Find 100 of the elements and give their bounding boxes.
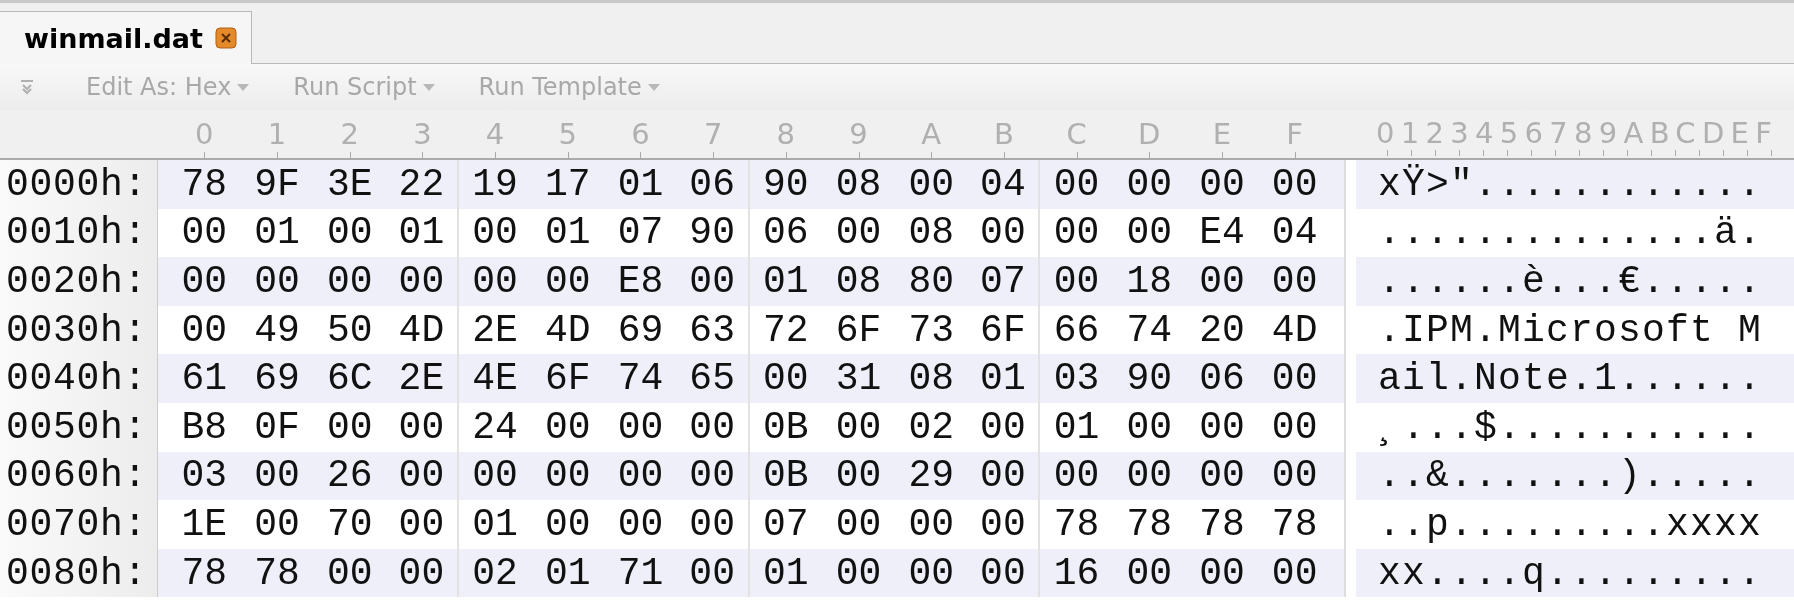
hex-byte: 00	[254, 502, 300, 546]
hex-byte: 00	[398, 454, 445, 498]
hex-byte: 78	[181, 551, 228, 595]
hex-byte: 00	[689, 454, 735, 498]
row-offset: 0050h:	[6, 405, 148, 449]
hex-byte: 2E	[472, 308, 518, 352]
hex-byte: 02	[908, 405, 954, 449]
hex-byte: 78	[181, 162, 228, 206]
hex-byte: 6C	[326, 357, 373, 401]
hex-byte: 78	[1199, 502, 1245, 546]
row-offset: 0060h:	[6, 454, 148, 498]
hex-byte: 50	[326, 308, 373, 352]
ascii-text: ¸...$...........	[1378, 405, 1763, 449]
hex-byte: 00	[689, 502, 735, 546]
row-offset: 0000h:	[6, 162, 148, 206]
hex-byte: 71	[617, 551, 664, 595]
hex-byte: 00	[181, 211, 228, 255]
hex-byte: 02	[472, 551, 518, 595]
hex-byte: 74	[617, 357, 664, 401]
hex-byte: 01	[398, 211, 445, 255]
hex-byte: 00	[1271, 454, 1318, 498]
hex-byte: 00	[1199, 405, 1245, 449]
hex-byte: 29	[908, 454, 954, 498]
row-offset: 0040h:	[6, 357, 148, 401]
hex-byte: 00	[1126, 162, 1173, 206]
hex-byte: 19	[472, 162, 518, 206]
hex-byte: 16	[1053, 551, 1100, 595]
hex-byte: 00	[617, 454, 664, 498]
ascii-text: .IPM.Microsoft M	[1378, 308, 1763, 352]
hex-byte: 0F	[254, 405, 300, 449]
hex-byte: 00	[908, 502, 954, 546]
hex-byte: 06	[1199, 357, 1245, 401]
column-heading: 9	[822, 110, 895, 158]
column-heading: 4	[458, 110, 532, 158]
hex-byte: 00	[1271, 260, 1318, 303]
hex-byte: 24	[472, 405, 518, 449]
hex-byte: 17	[544, 162, 591, 206]
hex-byte: 00	[1271, 405, 1318, 449]
hex-byte: 1E	[181, 502, 228, 546]
hex-byte: 00	[1053, 162, 1100, 206]
column-heading: 2	[313, 110, 387, 158]
hex-byte: 78	[254, 551, 300, 595]
hex-byte: 00	[908, 162, 954, 206]
hex-byte: 00	[544, 454, 591, 498]
toolbar-menu[interactable]: Run Script	[293, 73, 435, 101]
hex-byte: 00	[326, 211, 373, 255]
hex-byte: 00	[1126, 454, 1173, 498]
hex-byte: 01	[763, 260, 809, 303]
hex-byte: 08	[908, 357, 954, 401]
column-heading: 5	[531, 110, 605, 158]
hex-byte: 61	[181, 357, 228, 401]
toolbar-menu[interactable]: Run Template	[478, 73, 660, 101]
column-heading: E	[1185, 110, 1259, 158]
hex-byte: 00	[835, 502, 882, 546]
hex-byte: 00	[835, 551, 882, 595]
ascii-text: ..p.........xxxx	[1378, 502, 1763, 546]
hex-byte: 00	[1271, 357, 1318, 401]
hex-byte: 22	[398, 162, 445, 206]
close-icon[interactable]	[215, 27, 237, 49]
hex-byte: 6F	[835, 308, 882, 352]
hex-byte: 2E	[398, 357, 445, 401]
ascii-text: ......è...€.....	[1378, 260, 1763, 303]
column-heading: 1	[240, 110, 314, 158]
column-heading: B	[967, 110, 1041, 158]
hex-byte: 03	[1053, 357, 1100, 401]
column-heading: D	[1112, 110, 1186, 158]
row-offset: 0020h:	[6, 260, 148, 303]
hex-byte: 00	[835, 454, 882, 498]
hex-byte: 00	[398, 502, 445, 546]
hex-byte: 00	[1199, 162, 1245, 206]
hex-byte: 72	[763, 308, 809, 352]
hex-byte: 9F	[254, 162, 300, 206]
hex-byte: 04	[980, 162, 1026, 206]
hex-byte: 4D	[1271, 308, 1318, 352]
column-heading: 8	[749, 110, 823, 158]
hex-byte: 01	[472, 502, 518, 546]
hex-byte: 0B	[763, 405, 809, 449]
file-tab[interactable]: winmail.dat	[0, 11, 252, 64]
hex-byte: 70	[326, 502, 373, 546]
hex-byte: 00	[472, 260, 518, 303]
hex-byte: 04	[1271, 211, 1318, 255]
hex-byte: 00	[254, 260, 300, 303]
column-heading: C	[1040, 110, 1113, 158]
hex-byte: 73	[908, 308, 954, 352]
hex-byte: 01	[617, 162, 664, 206]
row-offset: 0080h:	[6, 551, 148, 595]
column-heading: 0	[168, 110, 241, 158]
ascii-text: ..&.......).....	[1378, 454, 1763, 498]
hex-byte: 66	[1053, 308, 1100, 352]
hex-byte: 00	[980, 551, 1026, 595]
hex-byte: 00	[1053, 454, 1100, 498]
hex-byte: E8	[617, 260, 664, 303]
hex-byte: 00	[835, 211, 882, 255]
hex-byte: 03	[181, 454, 228, 498]
hex-byte: 06	[689, 162, 735, 206]
ascii-text: xŸ>"............	[1378, 162, 1763, 206]
column-heading: 7	[676, 110, 750, 158]
toolbar-menu[interactable]: Edit As: Hex	[86, 73, 250, 101]
hex-byte: 00	[1271, 551, 1318, 595]
hex-byte: 00	[544, 405, 591, 449]
